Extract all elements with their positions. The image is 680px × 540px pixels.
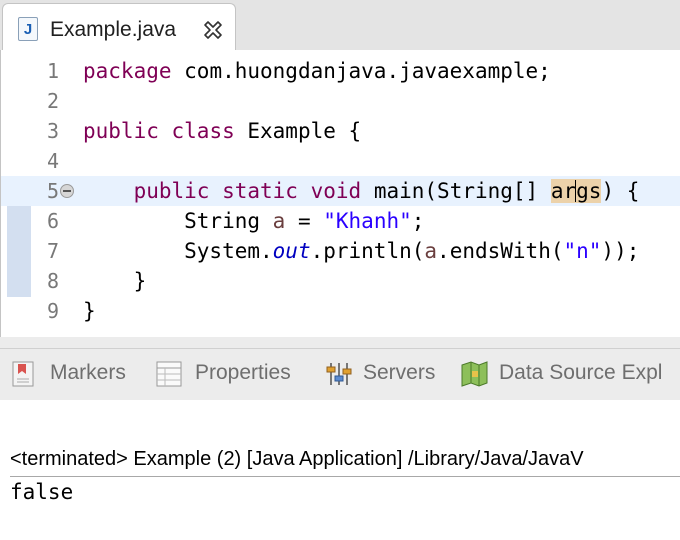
tab-label: Markers: [50, 361, 126, 384]
code-line[interactable]: 9}: [1, 296, 680, 326]
code-token: ;: [411, 209, 425, 233]
line-number: 8: [46, 269, 59, 293]
code-token: a: [272, 209, 286, 233]
code-token: .println(: [310, 239, 425, 263]
code-line[interactable]: 1 package com.huongdanjava.javaexample;: [1, 56, 680, 86]
tab-label: Data Source Expl: [499, 361, 663, 384]
code-token: =: [285, 209, 324, 233]
editor-tab-title: Example.java: [50, 18, 177, 41]
code-token: "n": [563, 239, 602, 263]
console-process-label: <terminated> Example (2) [Java Applicati…: [10, 448, 680, 477]
code-token: }: [83, 299, 96, 323]
code-token: a: [424, 239, 438, 263]
tab-label: Servers: [363, 361, 436, 384]
code-text: String a = "Khanh";: [83, 206, 424, 236]
line-number: 1: [46, 59, 59, 83]
markers-icon: [12, 361, 34, 387]
code-token: System.: [83, 239, 273, 263]
line-number: 4: [46, 149, 59, 173]
code-line[interactable]: 3 public class Example {: [1, 116, 680, 146]
code-line[interactable]: 6 String a = "Khanh";: [1, 206, 680, 236]
editor-tab-example-java[interactable]: J Example.java: [2, 3, 236, 50]
line-number: 6: [46, 209, 59, 233]
code-token: ));: [601, 239, 640, 263]
tab-label: Properties: [195, 361, 291, 384]
code-token: out: [272, 239, 311, 263]
line-number: 7: [46, 239, 59, 263]
code-token: public: [83, 119, 159, 143]
code-token: main(String[]: [361, 179, 551, 203]
code-token: package: [83, 59, 172, 83]
fold-collapse-icon[interactable]: [60, 184, 74, 198]
code-token: void: [310, 179, 362, 203]
code-line[interactable]: 2: [1, 86, 680, 116]
code-token: ) {: [601, 179, 640, 203]
code-line[interactable]: 5 public static void main(String[] args)…: [1, 176, 680, 206]
properties-icon: [156, 361, 182, 387]
code-text: }: [83, 296, 96, 326]
console-view[interactable]: <terminated> Example (2) [Java Applicati…: [0, 400, 680, 540]
code-token: .endsWith(: [437, 239, 564, 263]
code-token: }: [83, 269, 147, 293]
data-source-icon: [461, 361, 488, 387]
code-token: static: [222, 179, 298, 203]
code-text: public static void main(String[] args) {: [83, 176, 639, 206]
code-line[interactable]: 7 System.out.println(a.endsWith("n"));: [1, 236, 680, 266]
code-token: com.huongdanjava.javaexample;: [171, 59, 551, 83]
code-token: String: [83, 209, 273, 233]
code-token: gs: [576, 179, 602, 203]
code-lines[interactable]: 1 package com.huongdanjava.javaexample; 2 3…: [1, 56, 680, 326]
line-number: 9: [46, 299, 59, 323]
code-token: public: [133, 179, 210, 203]
code-line[interactable]: 4: [1, 146, 680, 176]
editor-tab-strip: J Example.java: [0, 0, 680, 50]
line-number: 5: [46, 179, 59, 203]
console-output: false: [10, 480, 74, 504]
code-token: Example {: [234, 119, 362, 143]
code-token: class: [171, 119, 235, 143]
close-icon[interactable]: [201, 18, 225, 42]
code-editor[interactable]: 1 package com.huongdanjava.javaexample; 2 3…: [0, 50, 680, 337]
code-text: public class Example {: [83, 116, 361, 146]
code-text: System.out.println(a.endsWith("n"));: [83, 236, 639, 266]
servers-icon: [326, 363, 352, 385]
line-number: 2: [46, 89, 59, 113]
code-token: ar: [550, 179, 577, 203]
code-text: package com.huongdanjava.javaexample;: [83, 56, 551, 86]
views-tab-strip: Markers Properties Servers Data Source E…: [0, 348, 680, 401]
line-number: 3: [46, 119, 59, 143]
code-line[interactable]: 8 }: [1, 266, 680, 296]
code-text: }: [83, 266, 147, 296]
java-file-icon: J: [18, 17, 38, 41]
code-token: "Khanh": [323, 209, 412, 233]
